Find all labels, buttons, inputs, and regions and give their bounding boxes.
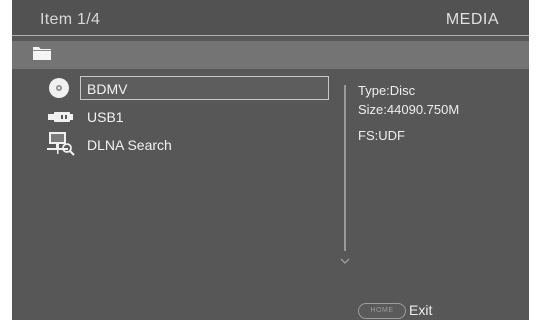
usb-icon bbox=[48, 110, 74, 126]
source-item-dlna-search[interactable]: DLNA Search bbox=[44, 132, 344, 156]
info-size: Size:44090.750M bbox=[358, 102, 460, 117]
info-type: Type:Disc bbox=[358, 83, 416, 98]
source-label: DLNA Search bbox=[87, 137, 172, 153]
dlna-search-icon bbox=[47, 132, 75, 159]
page-title: MEDIA bbox=[445, 11, 499, 28]
exit-label: Exit bbox=[409, 302, 433, 318]
source-label: BDMV bbox=[87, 81, 128, 97]
source-item-usb1[interactable]: USB1 bbox=[44, 104, 344, 128]
header-bar: Item 1/4 MEDIA bbox=[12, 0, 529, 36]
folder-icon bbox=[32, 45, 52, 66]
scrollbar-track[interactable] bbox=[344, 85, 346, 251]
source-item-bdmv[interactable]: BDMV bbox=[44, 76, 344, 100]
source-label: USB1 bbox=[87, 109, 124, 125]
media-browser-screen: Item 1/4 MEDIA BDMV USB1 DLNA Search Typ… bbox=[12, 0, 529, 320]
item-count: Item 1/4 bbox=[40, 11, 101, 28]
path-bar bbox=[12, 41, 529, 69]
info-filesystem: FS:UDF bbox=[358, 128, 405, 143]
disc-icon bbox=[48, 77, 70, 102]
home-key-icon[interactable]: HOME bbox=[358, 303, 406, 319]
scroll-down-arrow-icon[interactable] bbox=[340, 252, 350, 264]
